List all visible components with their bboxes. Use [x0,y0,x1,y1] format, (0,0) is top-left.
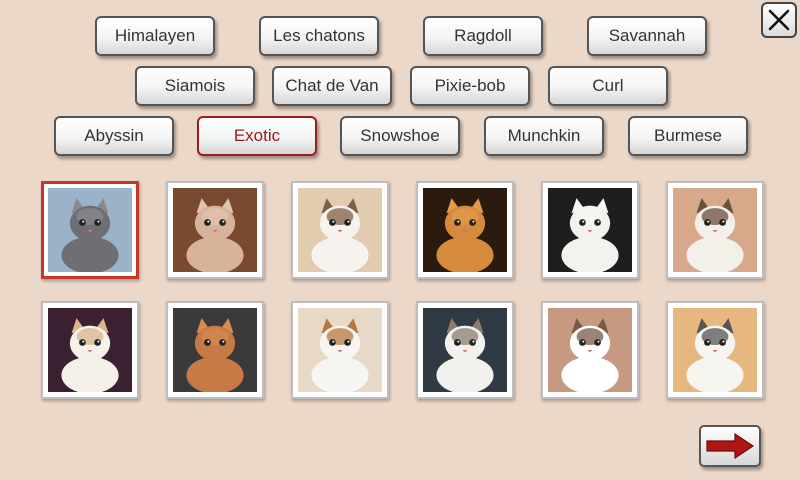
breed-label: Munchkin [507,126,581,145]
cat-photo [298,188,382,272]
breed-button-pixie-bob[interactable]: Pixie-bob [410,66,530,106]
cat-photo [48,188,132,272]
cat-photo [673,188,757,272]
breed-label: Himalayen [114,26,196,45]
breed-button-abyssin[interactable]: Abyssin [54,116,174,156]
breed-label: Siamois [164,76,226,95]
breed-label: Burmese [653,126,723,145]
cat-photo-thumb[interactable] [666,181,764,279]
breed-button-burmese[interactable]: Burmese [628,116,748,156]
cat-photo-thumb[interactable] [666,301,764,399]
arrow-right-icon [706,433,755,459]
cat-photo-thumb[interactable] [541,181,639,279]
cat-photo-thumb[interactable] [166,181,264,279]
cat-photo [173,308,257,392]
cat-photo [298,308,382,392]
cat-photo [423,308,507,392]
close-button[interactable] [761,2,797,38]
breed-button-himalayen[interactable]: Himalayen [95,16,215,56]
cat-photo [548,188,632,272]
breed-label: Ragdoll [454,26,512,45]
breed-button-savannah[interactable]: Savannah [587,16,707,56]
cat-photo-thumb[interactable] [166,301,264,399]
breed-button-les-chatons[interactable]: Les chatons [259,16,379,56]
cat-photo-thumb[interactable] [541,301,639,399]
cat-photo [673,308,757,392]
cat-photo-thumb[interactable] [291,301,389,399]
breed-button-munchkin[interactable]: Munchkin [484,116,604,156]
breed-button-ragdoll[interactable]: Ragdoll [423,16,543,56]
cat-photo [423,188,507,272]
breed-label: Abyssin [84,126,144,145]
breed-button-exotic[interactable]: Exotic [197,116,317,156]
breed-label: Exotic [233,126,281,145]
breed-label: Savannah [608,26,686,45]
breed-label: Curl [592,76,624,95]
cat-photo-thumb[interactable] [41,181,139,279]
breed-label: Les chatons [273,26,365,45]
cat-photo [548,308,632,392]
breed-label: Snowshoe [360,126,440,145]
cat-photo-thumb[interactable] [416,181,514,279]
cat-photo-thumb[interactable] [291,181,389,279]
breed-label: Chat de Van [285,76,379,95]
close-icon [768,9,790,31]
next-button[interactable] [699,425,761,467]
breed-label: Pixie-bob [434,76,506,95]
breed-button-curl[interactable]: Curl [548,66,668,106]
cat-photo [173,188,257,272]
breed-button-siamois[interactable]: Siamois [135,66,255,106]
breed-button-snowshoe[interactable]: Snowshoe [340,116,460,156]
cat-photo [48,308,132,392]
breed-button-chat-de-van[interactable]: Chat de Van [272,66,392,106]
cat-photo-thumb[interactable] [416,301,514,399]
cat-photo-thumb[interactable] [41,301,139,399]
